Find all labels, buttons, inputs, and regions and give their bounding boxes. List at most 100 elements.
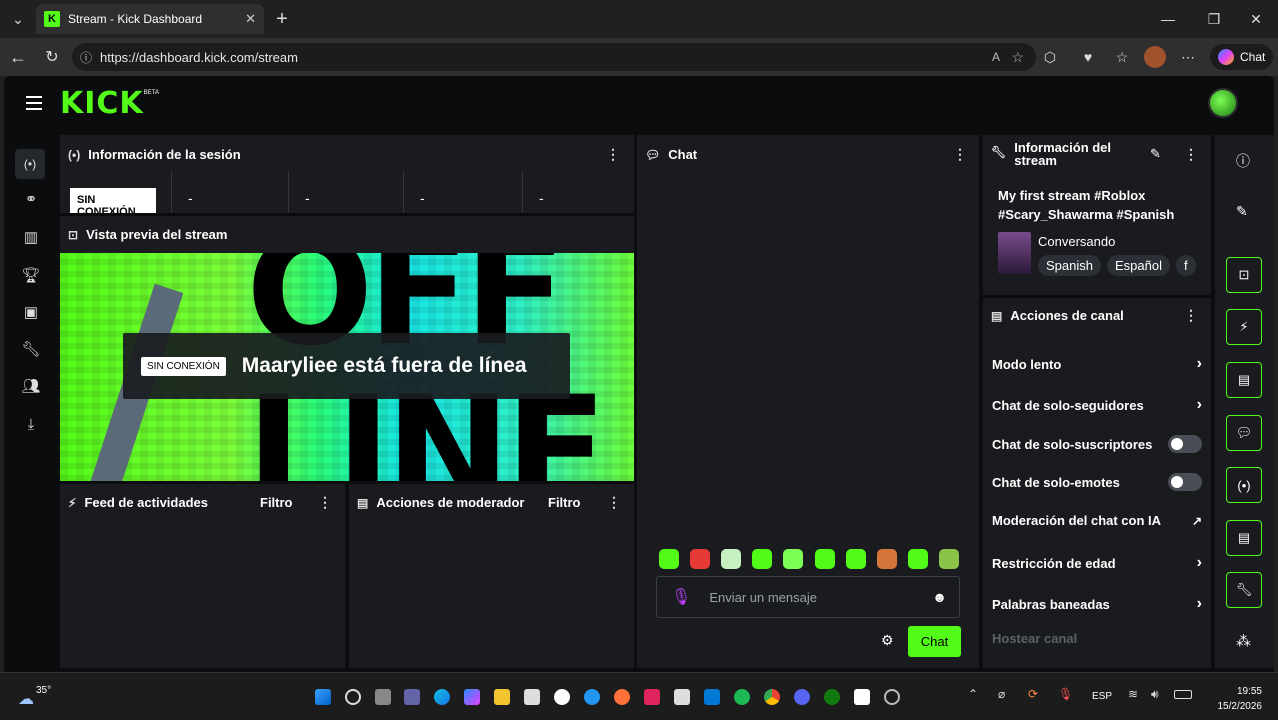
edit-stream-info-icon[interactable]: ✎: [1150, 146, 1161, 162]
tray-chevron-icon[interactable]: ⌃: [968, 687, 978, 701]
emote-icon[interactable]: [752, 549, 773, 569]
tab-list-chevron-icon[interactable]: ⌄: [4, 5, 32, 33]
link-icon[interactable]: ⚭: [20, 188, 42, 210]
close-tab-icon[interactable]: ✕: [245, 11, 256, 27]
emote-icon[interactable]: [659, 549, 679, 569]
more-menu-icon[interactable]: ⋯: [1174, 43, 1202, 71]
subscribers-only-toggle[interactable]: [1168, 435, 1202, 453]
user-avatar[interactable]: [1208, 88, 1238, 118]
sync-icon[interactable]: ⟳: [1028, 687, 1038, 701]
microphone-tray-icon[interactable]: 🎙︎: [1058, 687, 1073, 701]
steam-icon[interactable]: [884, 689, 900, 705]
browser-essentials-icon[interactable]: ♥: [1074, 43, 1102, 71]
chrome-icon[interactable]: [764, 689, 780, 705]
weather-widget[interactable]: ☁ 35°: [18, 685, 51, 709]
ai-moderation-row[interactable]: Moderación del chat con IA ↗: [992, 513, 1202, 528]
read-aloud-icon[interactable]: A: [992, 50, 1000, 64]
search-icon[interactable]: [345, 689, 361, 705]
url-field[interactable]: ⓘ https://dashboard.kick.com/stream A ☆: [72, 43, 1036, 71]
emote-icon[interactable]: [721, 549, 742, 569]
emote-icon[interactable]: [814, 549, 835, 569]
help-icon[interactable]: [584, 689, 600, 705]
stream-info-widget-button[interactable]: 🔧︎: [1226, 572, 1262, 608]
hp-icon[interactable]: [554, 689, 570, 705]
kick-logo[interactable]: KICK BETA: [60, 86, 159, 121]
language-indicator[interactable]: ESP: [1092, 691, 1112, 702]
xbox-icon[interactable]: [824, 689, 840, 705]
mod-actions-widget-button[interactable]: ▤: [1226, 362, 1262, 398]
tag-chip[interactable]: Español: [1106, 255, 1170, 276]
community-icon[interactable]: 👥︎: [20, 375, 42, 397]
start-windows-icon[interactable]: [315, 689, 331, 705]
close-window-icon[interactable]: ✕: [1242, 5, 1270, 33]
wifi-icon[interactable]: ≋: [1128, 687, 1138, 701]
hamburger-menu-icon[interactable]: [26, 96, 42, 110]
back-icon[interactable]: ←: [4, 43, 32, 71]
stream-info-more-icon[interactable]: ⋮: [1184, 146, 1198, 163]
payouts-icon[interactable]: ⤓: [20, 413, 42, 435]
extensions-icon[interactable]: ⬡: [1036, 43, 1064, 71]
banned-words-row[interactable]: Palabras baneadas ›: [992, 595, 1202, 613]
teams-icon[interactable]: [404, 689, 420, 705]
minimize-icon[interactable]: —: [1154, 5, 1182, 33]
host-channel-row[interactable]: Hostear canal: [992, 631, 1202, 646]
task-view-icon[interactable]: [375, 689, 391, 705]
chat-settings-icon[interactable]: ⚙: [881, 632, 894, 649]
maximize-icon[interactable]: ❐: [1200, 5, 1228, 33]
edge-icon[interactable]: [434, 689, 450, 705]
firefox-icon[interactable]: [614, 689, 630, 705]
outlook-icon[interactable]: [704, 689, 720, 705]
wrench-icon[interactable]: 🔧︎: [20, 338, 42, 360]
trophy-icon[interactable]: 🏆︎: [20, 264, 42, 286]
mod-actions-more-icon[interactable]: ⋮: [607, 494, 621, 511]
file-explorer-icon[interactable]: [494, 689, 510, 705]
send-chat-button[interactable]: Chat: [908, 626, 961, 657]
activity-more-icon[interactable]: ⋮: [318, 494, 332, 511]
profile-avatar[interactable]: [1144, 46, 1166, 68]
chat-widget-button[interactable]: 💬︎: [1226, 415, 1262, 451]
refresh-icon[interactable]: ↻: [38, 43, 66, 71]
roblox-icon[interactable]: [854, 689, 870, 705]
spotify-icon[interactable]: [734, 689, 750, 705]
microphone-icon[interactable]: 🎙︎: [671, 587, 691, 607]
emote-icon[interactable]: [690, 549, 711, 569]
site-info-icon[interactable]: ⓘ: [80, 49, 92, 66]
store-icon[interactable]: [524, 689, 540, 705]
notes-icon[interactable]: [674, 689, 690, 705]
video-icon[interactable]: ▣: [20, 301, 42, 323]
emoji-picker-icon[interactable]: ☻: [932, 589, 947, 605]
session-more-icon[interactable]: ⋮: [606, 146, 620, 163]
emote-icon[interactable]: [783, 549, 804, 569]
chat-more-icon[interactable]: ⋮: [953, 146, 967, 163]
tag-chip[interactable]: Spanish: [1038, 255, 1101, 276]
mcafee-icon[interactable]: [644, 689, 660, 705]
session-widget-button[interactable]: (•): [1226, 467, 1262, 503]
favorites-icon[interactable]: ☆: [1108, 43, 1136, 71]
emote-icon[interactable]: [845, 549, 866, 569]
emote-icon[interactable]: [907, 549, 928, 569]
discord-icon[interactable]: [794, 689, 810, 705]
copilot-app-icon[interactable]: [464, 689, 480, 705]
channel-actions-widget-button[interactable]: ▤: [1226, 520, 1262, 556]
activity-widget-button[interactable]: ⚡︎: [1226, 309, 1262, 345]
pencil-icon[interactable]: ✎: [1236, 203, 1248, 220]
channel-actions-more-icon[interactable]: ⋮: [1184, 307, 1198, 324]
chat-input[interactable]: 🎙︎ Enviar un mensaje ☻: [656, 576, 960, 618]
browser-tab[interactable]: K Stream - Kick Dashboard ✕: [36, 4, 264, 34]
volume-icon[interactable]: 🔊︎: [1151, 687, 1159, 702]
emote-icon[interactable]: [876, 549, 897, 569]
clock[interactable]: 19:55 15/2/2026: [1208, 684, 1263, 714]
age-restriction-row[interactable]: Restricción de edad ›: [992, 554, 1202, 572]
info-icon[interactable]: ⓘ: [1236, 151, 1250, 171]
activity-filter-button[interactable]: Filtro: [260, 495, 293, 510]
analytics-icon[interactable]: ▥: [20, 226, 42, 248]
followers-only-row[interactable]: Chat de solo-seguidores ›: [992, 396, 1202, 414]
mod-filter-button[interactable]: Filtro: [548, 495, 581, 510]
favorite-star-icon[interactable]: ☆: [1011, 49, 1024, 66]
network-off-icon[interactable]: ⌀: [998, 687, 1005, 701]
tag-chip[interactable]: f: [1175, 255, 1196, 276]
new-tab-button[interactable]: +: [268, 5, 296, 33]
slow-mode-row[interactable]: Modo lento ›: [992, 355, 1202, 373]
emotes-only-toggle[interactable]: [1168, 473, 1202, 491]
preview-widget-button[interactable]: ⊡: [1226, 257, 1262, 293]
